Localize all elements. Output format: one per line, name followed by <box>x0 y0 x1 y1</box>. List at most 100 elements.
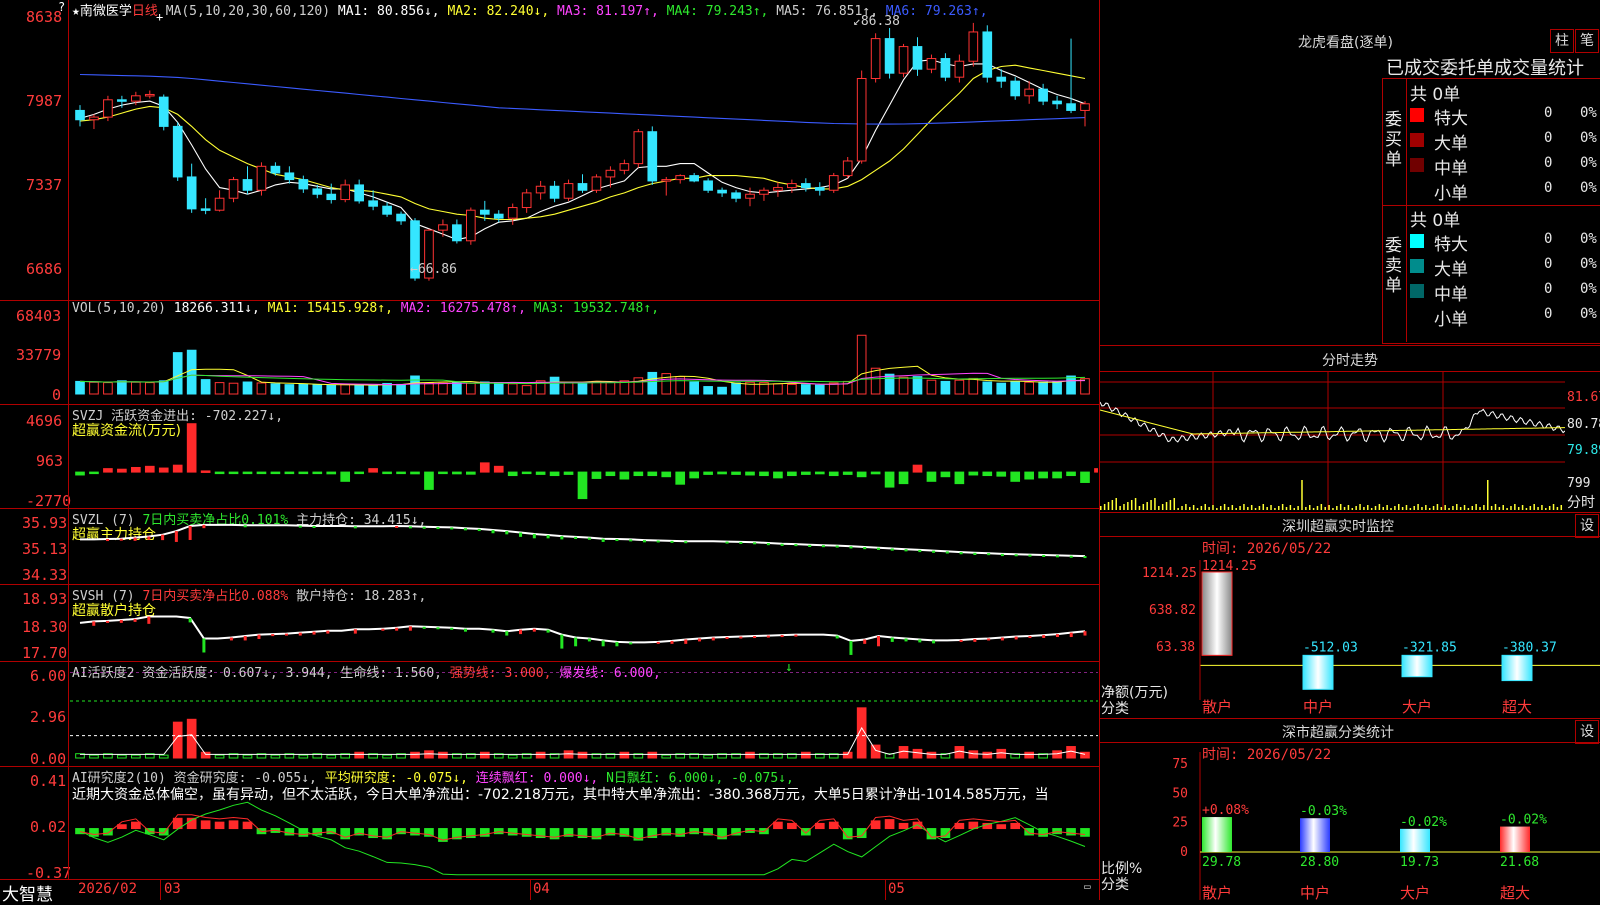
bar <box>647 471 658 477</box>
candle-body <box>884 38 895 74</box>
sell-count: 0 <box>1544 256 1553 272</box>
holding-tick <box>656 540 660 543</box>
sell-pct: 0% <box>1580 256 1597 272</box>
intraday-vol-bar <box>1490 506 1493 510</box>
holding-tick <box>876 636 880 647</box>
ai-research-tick: 0.02 <box>30 818 67 836</box>
holding-tick <box>766 635 770 638</box>
intraday-vol-bar <box>1401 507 1404 510</box>
bar <box>368 468 378 473</box>
intraday-vol-bar <box>1281 504 1284 510</box>
category-label: 中户 <box>1300 884 1330 900</box>
pen-view-button[interactable]: 笔 <box>1575 29 1599 53</box>
bar <box>284 384 295 395</box>
retail-holding-chart[interactable] <box>70 598 1098 660</box>
candle-body <box>242 179 253 191</box>
candle-body <box>89 116 99 121</box>
intraday-vol-bar <box>1204 504 1206 510</box>
bar <box>158 380 169 395</box>
holding-tick <box>973 552 977 555</box>
classify-bar-chart[interactable]: 75 50 25 0 +0.08% 29.78 散户 -0.03% 28.80 中户 -0.02% 1… <box>1100 752 1600 900</box>
holding-tick <box>1014 554 1018 557</box>
intraday-vol-bar <box>1308 505 1311 510</box>
bar <box>466 382 476 395</box>
bar <box>898 471 909 485</box>
bar <box>284 828 295 836</box>
panel-divider <box>1100 742 1600 743</box>
intraday-vol-bar <box>1506 508 1508 510</box>
intraday-vol-bar <box>1177 508 1179 510</box>
buy-row: 中单 0 0% <box>1410 154 1600 179</box>
bar <box>172 464 183 473</box>
bar <box>493 465 504 473</box>
bar <box>549 376 560 395</box>
main-chart-area[interactable]: ★南微医学日线 MA(5,10,20,30,60,120) MA1: 80.85… <box>0 0 1100 905</box>
bar <box>75 380 85 395</box>
holding-tick <box>381 628 385 631</box>
holding-tick <box>876 547 880 550</box>
bar <box>954 379 965 395</box>
bar <box>75 471 85 476</box>
holding-tick <box>725 541 729 544</box>
fund-flow-chart[interactable] <box>70 418 1098 508</box>
candle-body <box>172 125 183 178</box>
holding-tick <box>519 532 523 537</box>
intraday-chart[interactable] <box>1100 372 1565 510</box>
holding-tick <box>1083 556 1087 559</box>
bar <box>354 471 364 475</box>
candlestick-chart[interactable] <box>70 12 1098 294</box>
category-label: 超大 <box>1500 884 1530 900</box>
candle-body <box>996 76 1007 82</box>
bar <box>577 471 588 500</box>
intraday-tick: 79.89 <box>1567 443 1600 458</box>
holding-tick <box>243 636 247 641</box>
holding-tick <box>670 540 674 543</box>
bar <box>982 471 993 477</box>
intraday-vol-bar <box>1510 506 1512 510</box>
bar <box>577 751 588 759</box>
bar <box>354 751 364 759</box>
column-view-button[interactable]: 柱 <box>1550 29 1574 53</box>
holding-tick <box>436 627 440 630</box>
intraday-vol-bar <box>1428 508 1431 510</box>
intraday-vol-bar <box>1258 506 1261 510</box>
svzl-tick: 34.33 <box>22 566 68 584</box>
classify-settings-button[interactable]: 设 <box>1575 720 1599 744</box>
volume-chart[interactable] <box>70 312 1098 397</box>
bar <box>452 381 462 395</box>
stat-title: 已成交委托单成交量统计 <box>1386 58 1584 79</box>
main-holding-chart[interactable] <box>70 522 1098 582</box>
bar <box>535 751 546 759</box>
bar <box>117 754 127 759</box>
bar <box>703 471 713 475</box>
bar <box>228 382 239 395</box>
intraday-vol-bar <box>1250 505 1253 510</box>
intraday-vol-bar <box>1487 480 1489 510</box>
holding-tick <box>684 639 688 644</box>
sell-count: 0 <box>1544 231 1553 247</box>
bar <box>256 471 267 475</box>
holding-tick <box>463 628 467 632</box>
sell-pct: 0% <box>1580 306 1597 322</box>
bar <box>424 828 434 837</box>
ai-research-chart[interactable] <box>70 776 1098 880</box>
bar <box>954 471 965 485</box>
bar <box>787 383 797 395</box>
bar <box>619 471 630 480</box>
monitor-settings-button[interactable]: 设 <box>1575 514 1599 538</box>
bar <box>186 423 197 473</box>
monitor-bar-chart[interactable]: 1214.25 -512.03 -321.85 -380.37 散户 中户 大户 超大 <box>1100 560 1600 720</box>
classify-value: 28.80 <box>1300 855 1339 870</box>
bar <box>870 367 881 395</box>
candle-body <box>591 176 602 191</box>
lock-icon[interactable]: ▭ <box>1084 880 1091 893</box>
intraday-vol-bar <box>1243 504 1245 510</box>
candle-body <box>717 189 727 194</box>
intraday-vol-bar <box>1219 506 1222 510</box>
intraday-vol-bar <box>1293 508 1295 510</box>
holding-tick <box>725 637 729 640</box>
ai-activity-chart[interactable] <box>70 672 1098 760</box>
holding-tick <box>188 525 192 540</box>
buy-pct: 0% <box>1580 155 1597 171</box>
bar <box>773 821 783 830</box>
